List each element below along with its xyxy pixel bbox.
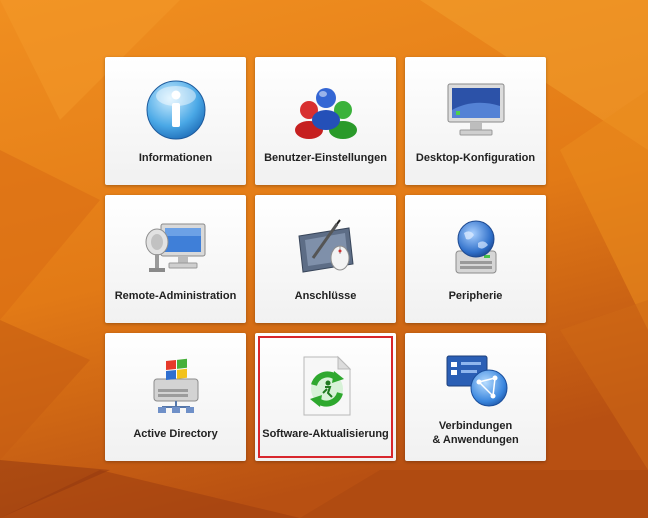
- connections-icon: [446, 355, 507, 407]
- tile-label: Informationen: [138, 152, 213, 164]
- tile-label-line2: & Anwendungen: [432, 434, 519, 446]
- tile-label: Benutzer-Einstellungen: [264, 152, 387, 164]
- tile-benutzer-einstellungen[interactable]: Benutzer-Einstellungen: [255, 57, 396, 185]
- tile-software-aktualisierung[interactable]: Software-Aktualisierung: [255, 333, 396, 461]
- settings-grid: Informationen Benutzer-Einstellungen Des…: [105, 57, 547, 463]
- active-directory-icon: [153, 358, 198, 413]
- tile-verbindungen-anwendungen[interactable]: Verbindungen & Anwendungen: [405, 333, 546, 461]
- tablet-mouse-icon: [297, 219, 354, 273]
- software-update-icon: [303, 355, 351, 416]
- tile-label: Verbindungen & Anwendungen: [407, 419, 544, 447]
- users-icon: [294, 88, 357, 139]
- tile-label: Desktop-Konfiguration: [415, 152, 536, 164]
- tile-desktop-konfiguration[interactable]: Desktop-Konfiguration: [405, 57, 546, 185]
- tile-label: Remote-Administration: [114, 290, 237, 302]
- tile-label: Anschlüsse: [294, 290, 357, 302]
- tile-label: Software-Aktualisierung: [262, 428, 389, 440]
- tile-anschluesse[interactable]: Anschlüsse: [255, 195, 396, 323]
- remote-admin-icon: [145, 223, 205, 272]
- tile-label: Peripherie: [448, 290, 503, 302]
- tile-informationen[interactable]: Informationen: [105, 57, 246, 185]
- tile-active-directory[interactable]: Active Directory: [105, 333, 246, 461]
- tile-label: Active Directory: [133, 428, 218, 440]
- tile-remote-administration[interactable]: Remote-Administration: [105, 195, 246, 323]
- tile-label-line1: Verbindungen: [438, 420, 513, 432]
- globe-device-icon: [455, 220, 496, 274]
- monitor-icon: [447, 83, 504, 136]
- tile-peripherie[interactable]: Peripherie: [405, 195, 546, 323]
- info-icon: [146, 80, 205, 140]
